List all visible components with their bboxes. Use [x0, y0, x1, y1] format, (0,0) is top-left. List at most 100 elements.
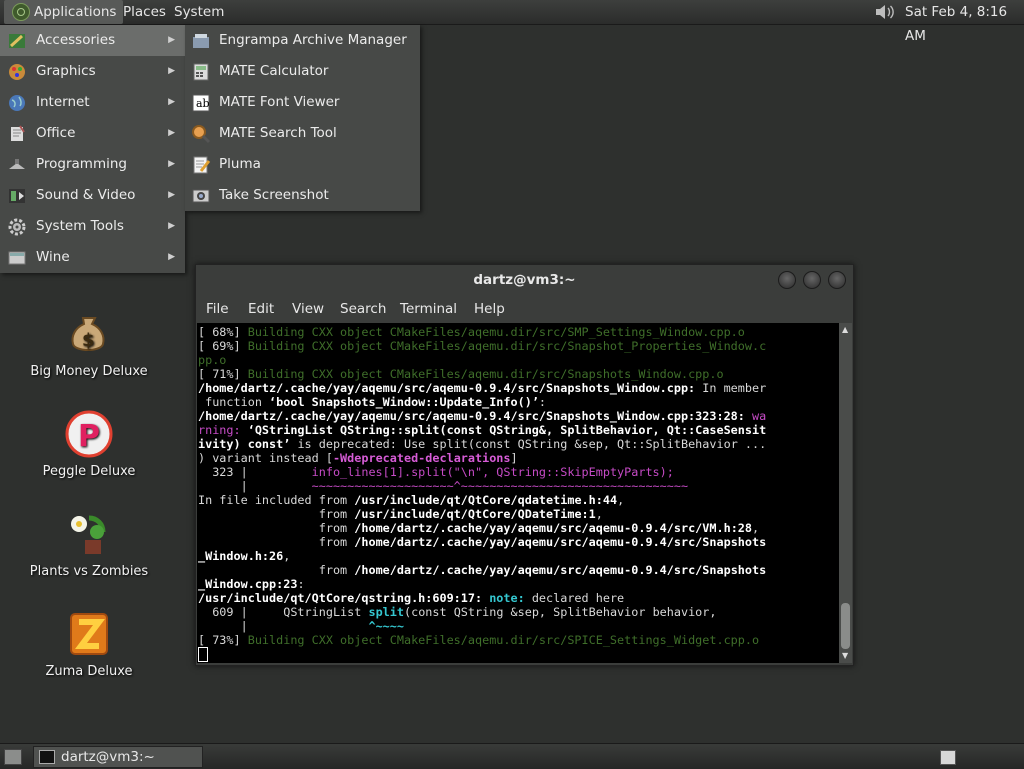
terminal-segment: :	[538, 395, 547, 409]
terminal-segment: wa	[744, 409, 767, 423]
terminal-segment: [ 68%]	[198, 325, 248, 339]
submenu-item-label: Take Screenshot	[219, 187, 329, 203]
terminal-window[interactable]: dartz@vm3:~ File Edit View Search Termin…	[195, 264, 854, 666]
submenu-arrow-icon: ▶	[168, 97, 175, 107]
terminal-segment: ivity) const’	[198, 437, 291, 451]
scroll-up-icon[interactable]: ▲	[842, 325, 848, 334]
terminal-segment: /home/dartz/.cache/yay/aqemu/src/aqemu-0…	[354, 521, 752, 535]
scroll-down-icon[interactable]: ▼	[842, 651, 848, 660]
show-desktop-icon[interactable]	[4, 749, 22, 765]
close-button[interactable]	[828, 271, 846, 289]
terminal-line: /home/dartz/.cache/yay/aqemu/src/aqemu-0…	[198, 381, 766, 395]
terminal-cursor	[198, 647, 208, 662]
menu-item-programming[interactable]: Programming ▶	[0, 149, 185, 180]
submenu-item-label: MATE Font Viewer	[219, 94, 340, 110]
peggle-icon: P	[65, 410, 113, 458]
terminal-segment: 323 |	[198, 465, 312, 479]
scroll-thumb[interactable]	[841, 603, 850, 649]
submenu-item-engrampa[interactable]: Engrampa Archive Manager	[185, 25, 420, 56]
applications-menu: Accessories ▶ Graphics ▶ Internet ▶ Offi…	[0, 25, 185, 273]
submenu-arrow-icon: ▶	[168, 221, 175, 231]
menu-item-office[interactable]: Office ▶	[0, 118, 185, 149]
workspace-switcher[interactable]	[940, 750, 956, 765]
menu-terminal[interactable]: Terminal	[400, 296, 457, 322]
terminal-segment: ‘QStringList QString::split(const QStrin…	[247, 423, 767, 437]
menu-item-system-tools[interactable]: System Tools ▶	[0, 211, 185, 242]
terminal-line: /home/dartz/.cache/yay/aqemu/src/aqemu-0…	[198, 409, 766, 423]
graphics-icon	[9, 64, 25, 80]
menu-edit[interactable]: Edit	[248, 296, 274, 322]
system-menu-button[interactable]: System	[168, 0, 230, 24]
terminal-segment: from	[198, 507, 355, 521]
top-panel: Applications Places System Sat Feb 4, 8:…	[0, 0, 1024, 44]
terminal-line: | ~~~~~~~~~~~~~~~~~~~~^~~~~~~~~~~~~~~~~~…	[198, 479, 688, 493]
accessories-submenu: Engrampa Archive Manager MATE Calculator…	[185, 25, 420, 211]
desktop-icon-label: Big Money Deluxe	[30, 364, 148, 379]
applications-menu-button[interactable]: Applications	[4, 0, 124, 24]
menu-item-wine[interactable]: Wine ▶	[0, 242, 185, 273]
terminal-segment: ,	[752, 521, 760, 535]
speaker-icon[interactable]	[874, 3, 896, 21]
terminal-segment: is deprecated: Use split(const QString &…	[290, 437, 767, 451]
menu-file[interactable]: File	[206, 296, 229, 322]
terminal-line: 609 | QStringList split(const QString &s…	[198, 605, 716, 619]
terminal-segment: /usr/include/qt/QtCore/qdatetime.h:44	[354, 493, 618, 507]
terminal-segment: ,	[617, 493, 625, 507]
menu-help[interactable]: Help	[474, 296, 505, 322]
submenu-arrow-icon: ▶	[168, 190, 175, 200]
terminal-scrollbar[interactable]: ▲ ▼	[839, 323, 852, 663]
menu-item-sound-video[interactable]: Sound & Video ▶	[0, 180, 185, 211]
office-icon	[11, 125, 25, 141]
desktop-icon-plants-vs-zombies[interactable]: Plants vs Zombies	[18, 510, 160, 579]
terminal-line: from /home/dartz/.cache/yay/aqemu/src/aq…	[198, 563, 766, 577]
menu-item-graphics[interactable]: Graphics ▶	[0, 56, 185, 87]
terminal-segment: ^~~~~	[368, 619, 404, 633]
maximize-button[interactable]	[803, 271, 821, 289]
terminal-output[interactable]: [ 68%] Building CXX object CMakeFiles/aq…	[197, 323, 839, 663]
terminal-segment: /usr/include/qt/QtCore/QDateTime:1	[354, 507, 596, 521]
terminal-segment: ,	[595, 507, 603, 521]
terminal-segment: info_lines[1].split("\n", QString::SkipE…	[311, 465, 674, 479]
terminal-segment: |	[198, 619, 369, 633]
terminal-segment: declared here	[524, 591, 625, 605]
menu-item-label: Internet	[36, 94, 90, 110]
terminal-segment: ~~~~~~~~~~~~~~~~~~~~^~~~~~~~~~~~~~~~~~~~…	[311, 479, 689, 493]
terminal-segment: ‘bool Snapshots_Window::Update_Info()’	[269, 395, 539, 409]
submenu-item-screenshot[interactable]: Take Screenshot	[185, 180, 420, 211]
minimize-button[interactable]	[778, 271, 796, 289]
menu-item-label: Wine	[36, 249, 70, 265]
svg-text:P: P	[78, 419, 100, 454]
submenu-item-pluma[interactable]: Pluma	[185, 149, 420, 180]
gear-icon	[8, 218, 26, 236]
terminal-line: /usr/include/qt/QtCore/qstring.h:609:17:…	[198, 591, 624, 605]
submenu-item-calculator[interactable]: MATE Calculator	[185, 56, 420, 87]
terminal-segment: Building CXX object CMakeFiles/aqemu.dir…	[247, 367, 724, 381]
menu-item-internet[interactable]: Internet ▶	[0, 87, 185, 118]
desktop-icon-zuma[interactable]: Zuma Deluxe	[18, 610, 160, 679]
menu-item-label: Graphics	[36, 63, 96, 79]
terminal-line: from /home/dartz/.cache/yay/aqemu/src/aq…	[198, 535, 766, 549]
taskbar-window-button[interactable]: dartz@vm3:~	[33, 746, 203, 768]
desktop-icon-big-money[interactable]: $ Big Money Deluxe	[18, 310, 160, 379]
terminal-segment: /home/dartz/.cache/yay/aqemu/src/aqemu-0…	[198, 409, 745, 423]
terminal-line: pp.o	[198, 353, 226, 367]
terminal-line: [ 73%] Building CXX object CMakeFiles/aq…	[198, 633, 759, 647]
menu-view[interactable]: View	[292, 296, 324, 322]
terminal-line: In file included from /usr/include/qt/Qt…	[198, 493, 624, 507]
terminal-line: [ 68%] Building CXX object CMakeFiles/aq…	[198, 325, 745, 339]
menu-item-accessories[interactable]: Accessories ▶	[0, 25, 185, 56]
clock[interactable]: Sat Feb 4, 8:16 AM	[905, 0, 1024, 44]
terminal-segment: from	[198, 563, 355, 577]
submenu-item-search-tool[interactable]: MATE Search Tool	[185, 118, 420, 149]
window-title[interactable]: dartz@vm3:~	[196, 265, 853, 295]
terminal-segment: function	[198, 395, 270, 409]
places-menu-button[interactable]: Places	[117, 0, 172, 24]
screenshot-icon	[192, 189, 210, 203]
submenu-item-font-viewer[interactable]: ab MATE Font Viewer	[185, 87, 420, 118]
terminal-segment: _Window.cpp:23	[198, 577, 298, 591]
plants-icon	[71, 515, 106, 554]
menu-search[interactable]: Search	[340, 296, 386, 322]
terminal-segment: /home/dartz/.cache/yay/aqemu/src/aqemu-0…	[354, 563, 767, 577]
desktop-icon-peggle[interactable]: P Peggle Deluxe	[18, 410, 160, 479]
terminal-segment: note:	[482, 591, 525, 605]
